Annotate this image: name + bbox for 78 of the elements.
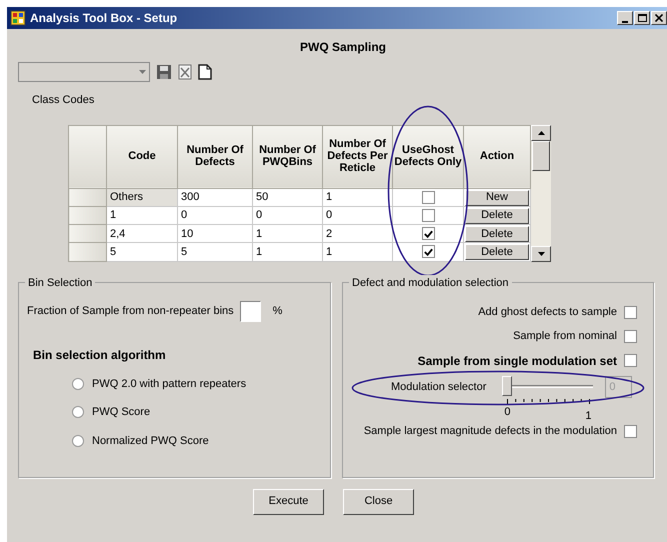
row-header[interactable] [68,206,106,225]
row-header-corner [68,125,106,188]
row-action-button[interactable]: Delete [465,208,529,224]
table-cell: 1 [322,242,392,261]
option-label: Add ghost defects to sample [478,305,617,320]
column-header[interactable]: Number Of Defects Per Reticle [322,125,392,188]
option-label: Sample from nominal [513,329,617,344]
row-action-button[interactable]: New [465,190,529,206]
option-label: PWQ 2.0 with pattern repeaters [92,376,246,392]
window-title: Analysis Tool Box - Setup [30,10,178,27]
delete-document-icon[interactable] [178,64,192,80]
maximize-icon [638,14,646,22]
row-header[interactable] [68,242,106,261]
column-header[interactable]: Number Of Defects [178,125,252,188]
radio-button[interactable] [72,378,84,390]
close-icon [655,14,663,22]
table-cell: 50 [252,188,322,207]
row-header[interactable] [68,224,106,243]
subsection-title: Bin selection algorithm [33,346,167,364]
field-label: Fraction of Sample from non-repeater bins [27,304,234,319]
close-button[interactable] [651,11,667,25]
table-cell: 2,4 [106,224,178,243]
column-header[interactable]: Number Of PWQBins [252,125,322,188]
value-field: 0 [605,376,632,398]
checkbox[interactable] [624,306,637,319]
option-label: Normalized PWQ Score [92,434,209,448]
table-cell: 0 [178,206,252,225]
checkbox[interactable] [624,425,637,438]
option-label: Sample largest magnitude defects in the modulation [364,424,617,440]
table-cell: 5 [106,242,178,261]
column-header[interactable]: Code [106,125,178,188]
input-field[interactable] [240,300,261,322]
new-document-icon[interactable] [198,64,212,80]
table-cell: 1 [106,206,178,225]
dropdown-arrow-icon [139,70,146,74]
checkbox[interactable] [422,227,434,240]
table-cell: 2 [322,224,392,243]
scrollbar[interactable] [531,124,551,262]
tick-label: 0 [504,404,511,420]
scroll-up-icon[interactable] [538,130,544,134]
slider-thumb[interactable] [502,376,512,396]
table-cell: 0 [322,206,392,225]
column-header[interactable]: UseGhost Defects Only [392,125,464,188]
minimize-button[interactable] [617,11,633,25]
table-cell: 300 [178,188,252,207]
table-cell: 10 [178,224,252,243]
unit-label: % [272,304,282,319]
section-label: Class Codes [31,93,96,108]
checkbox[interactable] [422,245,434,258]
combo-box[interactable] [18,62,150,82]
column-header[interactable]: Action [464,125,530,188]
minimize-icon [622,20,628,22]
table-cell: 0 [252,206,322,225]
option-label: Sample from single modulation set [418,352,617,370]
scrollbar-thumb[interactable] [532,140,550,170]
table-cell: 5 [178,242,252,261]
checkbox[interactable] [422,208,434,222]
checkbox[interactable] [624,330,637,343]
checkbox[interactable] [624,354,637,367]
table-cell: 1 [252,242,322,261]
radio-button[interactable] [72,406,84,418]
dialog-button[interactable]: Close [343,488,414,514]
table-cell: 1 [322,188,392,207]
row-header[interactable] [68,188,106,207]
slider-label: Modulation selector [391,380,486,394]
row-action-button[interactable]: Delete [465,226,529,242]
option-label: PWQ Score [92,405,150,420]
app-icon [10,10,26,26]
scroll-down-icon[interactable] [538,252,544,256]
row-action-button[interactable]: Delete [465,244,529,260]
maximize-button[interactable] [634,11,650,25]
table-cell: 1 [252,224,322,243]
dialog-button[interactable]: Execute [253,488,324,514]
checkbox[interactable] [422,190,434,204]
save-icon[interactable] [156,64,172,80]
radio-button[interactable] [72,434,84,447]
table-cell: Others [106,188,178,207]
form-heading: PWQ Sampling [298,39,387,56]
